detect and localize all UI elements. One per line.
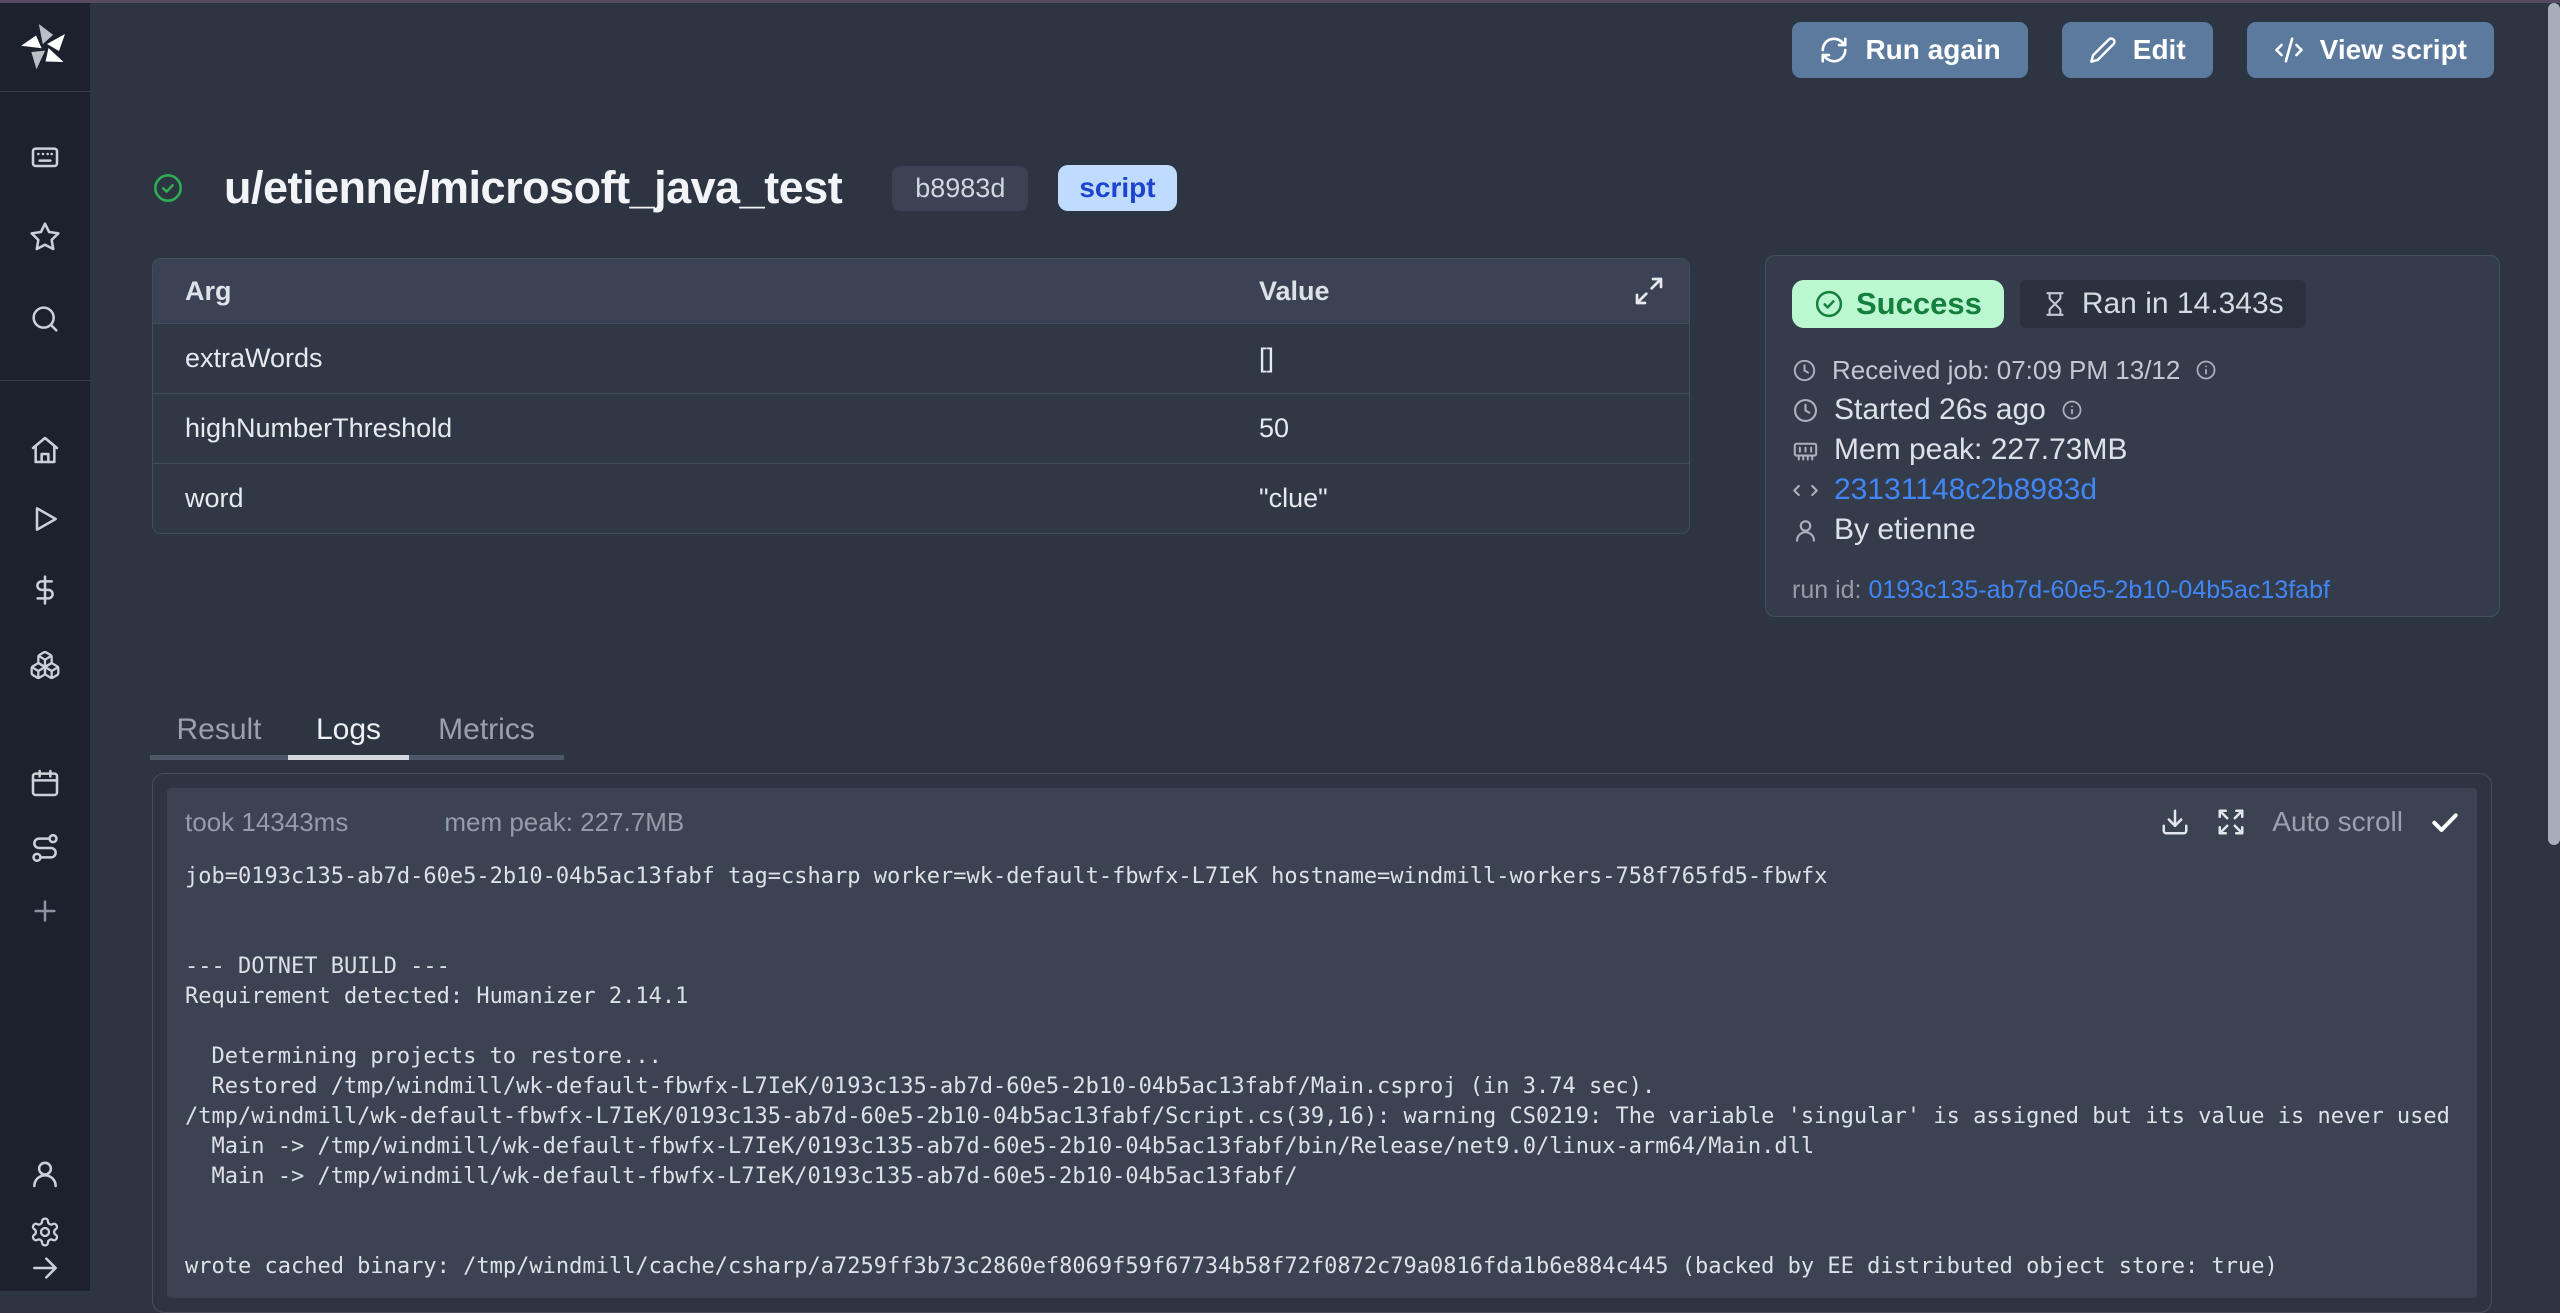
window-top-strip <box>0 0 2560 3</box>
arg-name: extraWords <box>153 343 1259 374</box>
script-hash-row: 23131148c2b8983d <box>1792 470 2473 510</box>
received-row: Received job: 07:09 PM 13/12 <box>1792 350 2473 390</box>
sidebar <box>0 0 90 1291</box>
code-icon <box>1792 477 1819 504</box>
triggered-by-label: By etienne <box>1834 513 1976 547</box>
sidebar-divider <box>0 91 90 92</box>
hourglass-icon <box>2042 291 2068 317</box>
user-icon <box>1792 517 1819 544</box>
args-table-header: Arg Value <box>153 259 1689 323</box>
expand-args-icon[interactable] <box>1633 275 1665 307</box>
log-header: took 14343ms mem peak: 227.7MB Auto scro… <box>167 788 2477 850</box>
usage-icon[interactable] <box>29 574 61 606</box>
settings-icon[interactable] <box>29 1216 61 1248</box>
title-row: u/etienne/microsoft_java_test b8983d scr… <box>152 158 1177 218</box>
routes-icon[interactable] <box>29 832 61 864</box>
tab-metrics[interactable]: Metrics <box>409 701 564 760</box>
apps-icon[interactable] <box>29 142 61 174</box>
mem-peak-label: Mem peak: 227.73MB <box>1834 433 2127 467</box>
script-hash-link[interactable]: 23131148c2b8983d <box>1834 473 2097 507</box>
duration-label: Ran in 14.343s <box>2082 287 2284 321</box>
column-header-arg: Arg <box>153 276 1259 307</box>
star-icon[interactable] <box>29 221 61 253</box>
page-scrollbar[interactable] <box>2548 3 2560 845</box>
refresh-icon <box>1819 35 1849 65</box>
edit-label: Edit <box>2133 34 2186 66</box>
log-content[interactable]: job=0193c135-ab7d-60e5-2b10-04b5ac13fabf… <box>167 850 2477 1282</box>
windmill-logo-icon[interactable] <box>17 20 73 76</box>
home-icon[interactable] <box>29 434 61 466</box>
info-icon[interactable] <box>2195 359 2217 381</box>
args-table: Arg Value extraWords [] highNumberThresh… <box>152 258 1690 534</box>
page-title: u/etienne/microsoft_java_test <box>224 162 842 214</box>
table-row[interactable]: highNumberThreshold 50 <box>153 393 1689 463</box>
arg-value: 50 <box>1259 413 1289 444</box>
user-icon[interactable] <box>29 1158 61 1190</box>
status-badge: Success <box>1792 280 2004 328</box>
collapse-arrow-icon[interactable] <box>29 1252 61 1284</box>
log-panel: took 14343ms mem peak: 227.7MB Auto scro… <box>167 788 2477 1298</box>
duration-chip: Ran in 14.343s <box>2020 280 2306 328</box>
status-panel: Success Ran in 14.343s Received job: 07:… <box>1765 255 2500 617</box>
tab-logs[interactable]: Logs <box>288 701 409 760</box>
view-script-button[interactable]: View script <box>2247 22 2494 78</box>
triggered-by-row: By etienne <box>1792 510 2473 550</box>
log-actions: Auto scroll <box>2160 806 2461 838</box>
started-row: Started 26s ago <box>1792 390 2473 430</box>
log-mem-peak: mem peak: 227.7MB <box>444 807 684 838</box>
status-label: Success <box>1856 286 1982 322</box>
view-script-label: View script <box>2320 34 2467 66</box>
code-icon <box>2274 35 2304 65</box>
received-label: Received job: 07:09 PM 13/12 <box>1832 355 2180 386</box>
tab-result[interactable]: Result <box>150 701 288 760</box>
run-again-label: Run again <box>1865 34 2000 66</box>
script-kind-badge[interactable]: script <box>1058 165 1176 211</box>
arg-name: word <box>153 483 1259 514</box>
run-id-label: run id: <box>1792 576 1861 604</box>
started-label: Started 26s ago <box>1834 393 2046 427</box>
memory-icon <box>1792 437 1819 464</box>
table-row[interactable]: extraWords [] <box>153 323 1689 393</box>
run-id-row: run id: 0193c135-ab7d-60e5-2b10-04b5ac13… <box>1792 576 2473 605</box>
result-tabs: Result Logs Metrics <box>150 701 564 760</box>
pencil-icon <box>2089 36 2117 64</box>
info-icon[interactable] <box>2061 399 2083 421</box>
mem-peak-row: Mem peak: 227.73MB <box>1792 430 2473 470</box>
download-log-icon[interactable] <box>2160 807 2190 837</box>
run-again-button[interactable]: Run again <box>1792 22 2027 78</box>
resources-icon[interactable] <box>29 649 61 681</box>
check-circle-icon <box>1814 289 1844 319</box>
clock-icon <box>1792 358 1817 383</box>
sidebar-divider <box>0 380 90 381</box>
add-icon[interactable] <box>29 895 61 927</box>
runs-icon[interactable] <box>29 503 61 535</box>
edit-button[interactable]: Edit <box>2062 22 2213 78</box>
auto-scroll-label: Auto scroll <box>2272 806 2403 838</box>
column-header-value: Value <box>1259 276 1330 307</box>
arg-value: [] <box>1259 343 1274 374</box>
search-icon[interactable] <box>29 303 61 335</box>
log-took: took 14343ms <box>185 807 348 838</box>
toolbar: Run again Edit View script <box>1792 22 2494 78</box>
table-row[interactable]: word "clue" <box>153 463 1689 533</box>
clock-icon <box>1792 397 1819 424</box>
hash-badge[interactable]: b8983d <box>892 166 1028 211</box>
run-id-link[interactable]: 0193c135-ab7d-60e5-2b10-04b5ac13fabf <box>1868 576 2330 604</box>
expand-log-icon[interactable] <box>2216 807 2246 837</box>
arg-name: highNumberThreshold <box>153 413 1259 444</box>
tab-content-container: took 14343ms mem peak: 227.7MB Auto scro… <box>152 773 2492 1313</box>
arg-value: "clue" <box>1259 483 1328 514</box>
auto-scroll-checkbox[interactable] <box>2429 806 2461 838</box>
success-check-circle-icon <box>152 172 184 204</box>
schedules-icon[interactable] <box>29 767 61 799</box>
